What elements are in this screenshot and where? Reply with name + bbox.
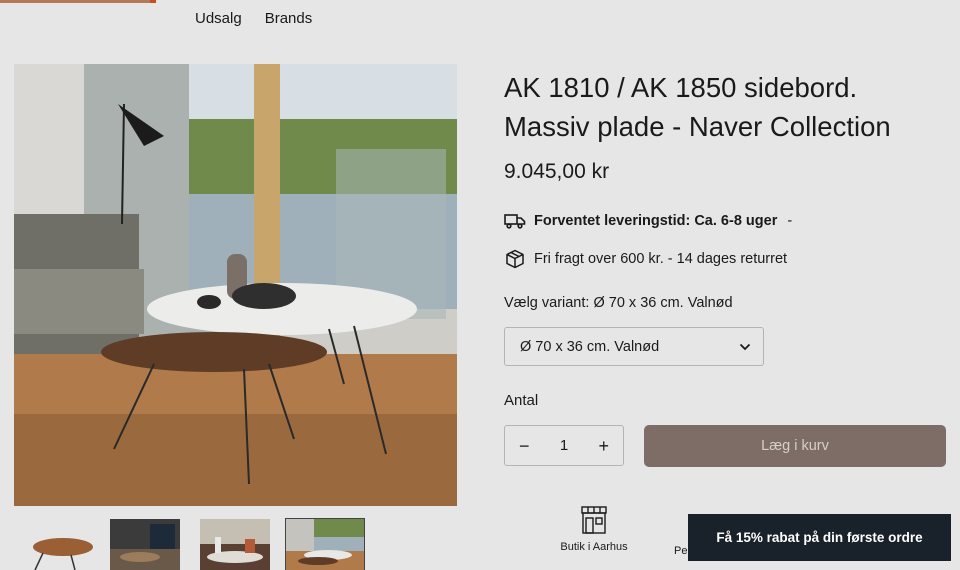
quantity-decrease-button[interactable]: − — [519, 437, 530, 455]
freight-info: Fri fragt over 600 kr. - 14 dages returr… — [504, 248, 787, 270]
thumbnail-3[interactable] — [200, 519, 270, 570]
add-to-cart-button[interactable]: Læg i kurv — [644, 425, 946, 467]
nav-link-udsalg[interactable]: Udsalg — [195, 10, 242, 27]
quantity-label: Antal — [504, 392, 539, 409]
store-2-label[interactable]: Pe — [674, 545, 687, 557]
delivery-suffix: - — [787, 213, 793, 229]
thumbnail-4-selected[interactable] — [285, 518, 365, 570]
quantity-value[interactable]: 1 — [560, 437, 568, 454]
quantity-stepper: − 1 + — [504, 425, 624, 466]
quantity-increase-button[interactable]: + — [598, 437, 609, 455]
main-nav: Udsalg Brands — [195, 10, 312, 27]
store-aarhus-label: Butik i Aarhus — [560, 541, 628, 553]
thumbnail-2[interactable] — [110, 519, 180, 570]
chevron-down-icon — [739, 339, 751, 355]
delivery-text: Forventet leveringstid: Ca. 6-8 uger — [534, 213, 778, 229]
variant-label: Vælg variant: Ø 70 x 36 cm. Valnød — [504, 295, 733, 311]
site-logo[interactable] — [0, 0, 150, 3]
thumbnail-1[interactable] — [21, 519, 99, 570]
truck-icon — [504, 210, 526, 232]
nav-link-brands[interactable]: Brands — [265, 10, 313, 27]
product-main-image[interactable] — [14, 64, 457, 506]
storefront-icon — [558, 505, 630, 535]
variant-selected-value: Ø 70 x 36 cm. Valnød — [520, 338, 660, 355]
store-aarhus[interactable]: Butik i Aarhus — [558, 505, 630, 553]
package-icon — [504, 248, 526, 270]
freight-text: Fri fragt over 600 kr. - 14 dages returr… — [534, 251, 788, 267]
delivery-info: Forventet leveringstid: Ca. 6-8 uger - — [504, 210, 792, 232]
site-logo-accent — [150, 0, 156, 3]
product-price: 9.045,00 kr — [504, 160, 610, 183]
variant-select[interactable]: Ø 70 x 36 cm. Valnød — [504, 327, 764, 366]
discount-banner[interactable]: Få 15% rabat på din første ordre — [688, 514, 951, 561]
product-title: AK 1810 / AK 1850 sidebord. Massiv plade… — [504, 72, 891, 142]
